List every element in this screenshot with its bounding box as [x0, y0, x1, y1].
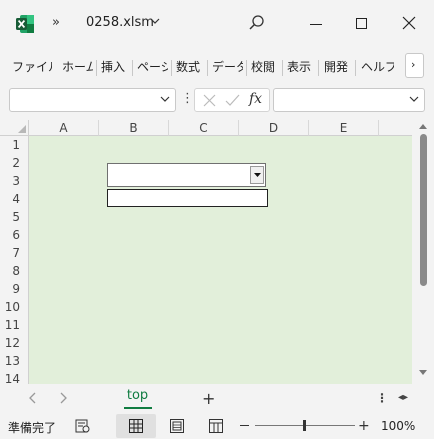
- status-bar: 準備完了 + 100%: [0, 413, 434, 439]
- zoom-slider-thumb[interactable]: [303, 420, 306, 431]
- combo-box-dropdown-button[interactable]: [250, 166, 264, 184]
- check-icon[interactable]: [225, 94, 240, 107]
- row-header[interactable]: 6: [0, 226, 29, 244]
- column-header-a[interactable]: A: [29, 120, 99, 136]
- tab-review[interactable]: 校閲: [251, 58, 279, 75]
- row-header[interactable]: 13: [0, 352, 29, 370]
- ribbon-separator: [132, 60, 133, 76]
- combo-box-control[interactable]: [107, 163, 266, 187]
- ribbon-separator: [171, 60, 172, 76]
- zoom-in-button[interactable]: +: [358, 418, 370, 434]
- chevron-right-icon[interactable]: [60, 392, 68, 404]
- tab-page-layout[interactable]: ページ: [137, 58, 168, 75]
- zoom-level[interactable]: 100%: [381, 419, 415, 433]
- ribbon-separator: [96, 60, 97, 76]
- excel-window: » 0258.xlsm ファイル ホーム 挿入 ページ 数式 データ 校閲 表示…: [0, 0, 434, 439]
- tab-file[interactable]: ファイル: [12, 58, 52, 75]
- column-header-e[interactable]: E: [309, 120, 379, 136]
- row-header[interactable]: 11: [0, 316, 29, 334]
- tab-home[interactable]: ホーム: [62, 58, 93, 75]
- ribbon-separator: [282, 60, 283, 76]
- row-header[interactable]: 12: [0, 334, 29, 352]
- excel-logo-icon: [16, 15, 34, 33]
- vertical-scrollbar[interactable]: [412, 120, 434, 384]
- grid-view-icon: [129, 419, 143, 433]
- insert-function-button[interactable]: fx: [249, 91, 262, 107]
- chevron-down-icon[interactable]: [150, 18, 160, 24]
- row-header[interactable]: 2: [0, 154, 29, 172]
- split-handle-icon[interactable]: ◂▸: [398, 392, 408, 403]
- cancel-icon[interactable]: [203, 94, 216, 107]
- column-headers: A B C D E: [29, 120, 412, 136]
- row-header[interactable]: 1: [0, 136, 29, 154]
- chevron-left-icon[interactable]: [28, 392, 36, 404]
- caret-down-icon: [254, 173, 261, 177]
- page-layout-view-icon[interactable]: [170, 419, 184, 433]
- add-sheet-button[interactable]: +: [202, 389, 215, 408]
- tab-developer[interactable]: 開発: [324, 58, 352, 75]
- tab-help[interactable]: ヘルプ: [361, 58, 394, 75]
- row-header[interactable]: 5: [0, 208, 29, 226]
- formula-buttons: fx: [194, 88, 270, 112]
- quick-access-more-button[interactable]: »: [52, 15, 60, 30]
- ribbon-tabs: ファイル ホーム 挿入 ページ 数式 データ 校閲 表示 開発 ヘルプ: [0, 50, 434, 82]
- text-box-control[interactable]: [107, 189, 268, 207]
- macro-recording-icon[interactable]: [75, 419, 90, 433]
- minimize-icon[interactable]: [310, 24, 322, 25]
- ribbon-separator: [318, 60, 319, 76]
- scroll-down-icon[interactable]: [419, 370, 427, 375]
- tab-formulas[interactable]: 数式: [176, 58, 204, 75]
- ribbon-separator: [355, 60, 356, 76]
- more-options-icon[interactable]: ⋮: [181, 91, 194, 106]
- chevron-down-icon[interactable]: [160, 96, 170, 102]
- row-header[interactable]: 4: [0, 190, 29, 208]
- column-header-d[interactable]: D: [239, 120, 309, 136]
- row-header[interactable]: 14: [0, 370, 29, 384]
- row-header[interactable]: 7: [0, 244, 29, 262]
- maximize-icon[interactable]: [356, 18, 367, 29]
- name-box[interactable]: [9, 88, 176, 112]
- status-text: 準備完了: [8, 421, 57, 435]
- sheet-tab-bar: top + ⋮ ◂▸: [0, 384, 434, 413]
- more-options-icon[interactable]: ⋮: [376, 391, 388, 405]
- select-all-button[interactable]: [0, 120, 29, 136]
- row-header[interactable]: 8: [0, 262, 29, 280]
- select-all-triangle-icon: [18, 125, 26, 133]
- zoom-out-button[interactable]: [240, 425, 249, 426]
- ribbon-separator: [246, 60, 247, 76]
- column-header-c[interactable]: C: [169, 120, 239, 136]
- chevron-right-icon: ›: [411, 58, 416, 71]
- tab-data[interactable]: データ: [212, 58, 243, 75]
- column-header-f[interactable]: [379, 120, 412, 136]
- scroll-up-icon[interactable]: [419, 124, 427, 129]
- page-break-view-icon[interactable]: [209, 419, 223, 433]
- ribbon-separator: [207, 60, 208, 76]
- ribbon-scroll-right-button[interactable]: ›: [405, 53, 424, 78]
- close-icon[interactable]: [402, 16, 416, 30]
- tab-view[interactable]: 表示: [287, 58, 315, 75]
- search-icon[interactable]: [248, 14, 266, 32]
- row-headers: 1 2 3 4 5 6 7 8 9 10 11 12 13 14: [0, 136, 29, 384]
- row-header[interactable]: 3: [0, 172, 29, 190]
- active-tab-indicator: [124, 407, 152, 409]
- tab-insert[interactable]: 挿入: [101, 58, 129, 75]
- row-header[interactable]: 9: [0, 280, 29, 298]
- normal-view-button[interactable]: [116, 414, 156, 438]
- column-header-b[interactable]: B: [99, 120, 169, 136]
- title-bar: » 0258.xlsm: [0, 0, 434, 50]
- formula-input[interactable]: [273, 88, 425, 112]
- scrollbar-thumb[interactable]: [420, 134, 427, 286]
- row-header[interactable]: 10: [0, 298, 29, 316]
- chevron-down-icon[interactable]: [409, 96, 419, 102]
- file-title[interactable]: 0258.xlsm: [86, 15, 154, 30]
